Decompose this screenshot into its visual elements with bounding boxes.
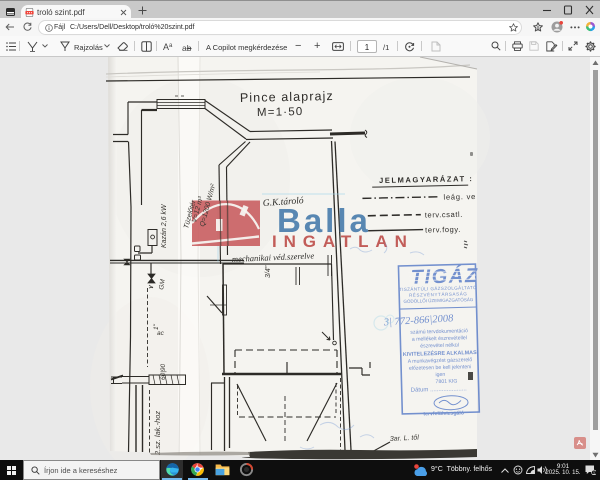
svg-text:ac: ac — [157, 330, 165, 337]
svg-text:leág. ve: leág. ve — [443, 192, 476, 202]
svg-text:7801 KIG: 7801 KIG — [435, 379, 457, 386]
svg-text:1": 1" — [153, 323, 160, 330]
svg-text:terv.csatl.: terv.csatl. — [425, 210, 463, 220]
svg-text:tervfelülvizsgáló: tervfelülvizsgáló — [423, 410, 464, 417]
svg-text:INGATLAN: INGATLAN — [272, 232, 414, 251]
svg-text:3/4": 3/4" — [265, 265, 272, 278]
svg-text:60|90: 60|90 — [160, 363, 167, 380]
svg-text:M=1·50: M=1·50 — [257, 106, 304, 119]
svg-text:2.sz. lak.-hoz: 2.sz. lak.-hoz — [153, 411, 162, 456]
svg-text:Kazán 2,6 kW: Kazán 2,6 kW — [161, 203, 168, 248]
svg-text:észrevétel nélkül: észrevétel nélkül — [420, 342, 459, 349]
svg-text:igen: igen — [435, 372, 445, 378]
svg-text:terv.fogy.: terv.fogy. — [425, 225, 461, 235]
svg-text:Pince alaprajz: Pince alaprajz — [240, 89, 334, 105]
